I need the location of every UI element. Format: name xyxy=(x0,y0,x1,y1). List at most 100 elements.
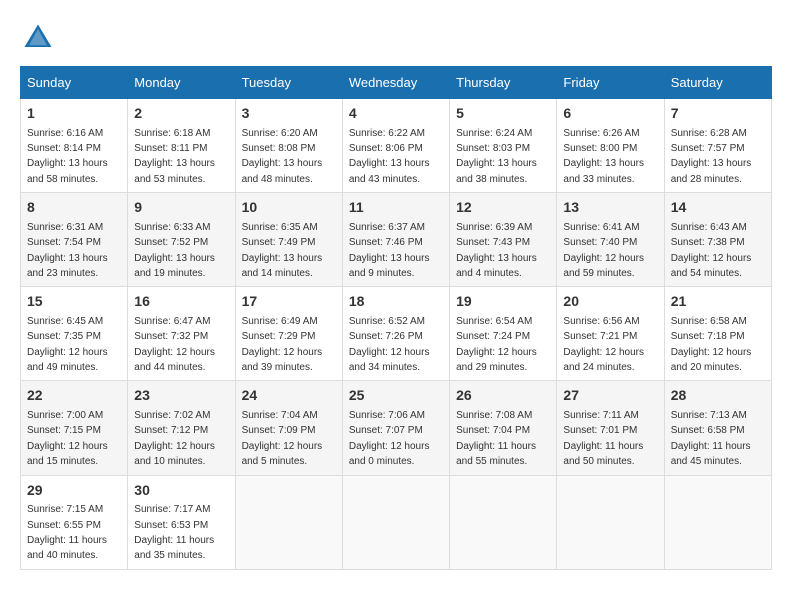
table-row: 19 Sunrise: 6:54 AMSunset: 7:24 PMDaylig… xyxy=(450,287,557,381)
day-number: 4 xyxy=(349,104,443,124)
day-number: 29 xyxy=(27,481,121,501)
table-row: 23 Sunrise: 7:02 AMSunset: 7:12 PMDaylig… xyxy=(128,381,235,475)
day-number: 28 xyxy=(671,386,765,406)
table-row xyxy=(342,475,449,569)
day-info: Sunrise: 6:58 AMSunset: 7:18 PMDaylight:… xyxy=(671,316,752,373)
day-info: Sunrise: 7:08 AMSunset: 7:04 PMDaylight:… xyxy=(456,410,536,467)
table-row: 10 Sunrise: 6:35 AMSunset: 7:49 PMDaylig… xyxy=(235,193,342,287)
day-number: 24 xyxy=(242,386,336,406)
table-row: 13 Sunrise: 6:41 AMSunset: 7:40 PMDaylig… xyxy=(557,193,664,287)
day-info: Sunrise: 6:26 AMSunset: 8:00 PMDaylight:… xyxy=(563,128,644,185)
day-info: Sunrise: 7:13 AMSunset: 6:58 PMDaylight:… xyxy=(671,410,751,467)
day-number: 21 xyxy=(671,292,765,312)
day-number: 9 xyxy=(134,198,228,218)
day-number: 19 xyxy=(456,292,550,312)
day-info: Sunrise: 7:15 AMSunset: 6:55 PMDaylight:… xyxy=(27,504,107,561)
day-number: 8 xyxy=(27,198,121,218)
day-info: Sunrise: 6:22 AMSunset: 8:06 PMDaylight:… xyxy=(349,128,430,185)
day-info: Sunrise: 6:41 AMSunset: 7:40 PMDaylight:… xyxy=(563,222,644,279)
day-number: 27 xyxy=(563,386,657,406)
day-number: 20 xyxy=(563,292,657,312)
day-number: 12 xyxy=(456,198,550,218)
table-row: 21 Sunrise: 6:58 AMSunset: 7:18 PMDaylig… xyxy=(664,287,771,381)
table-row: 27 Sunrise: 7:11 AMSunset: 7:01 PMDaylig… xyxy=(557,381,664,475)
day-info: Sunrise: 7:04 AMSunset: 7:09 PMDaylight:… xyxy=(242,410,323,467)
day-info: Sunrise: 6:56 AMSunset: 7:21 PMDaylight:… xyxy=(563,316,644,373)
day-number: 2 xyxy=(134,104,228,124)
table-row: 30 Sunrise: 7:17 AMSunset: 6:53 PMDaylig… xyxy=(128,475,235,569)
day-number: 1 xyxy=(27,104,121,124)
day-info: Sunrise: 6:47 AMSunset: 7:32 PMDaylight:… xyxy=(134,316,215,373)
table-row: 4 Sunrise: 6:22 AMSunset: 8:06 PMDayligh… xyxy=(342,99,449,193)
day-info: Sunrise: 6:20 AMSunset: 8:08 PMDaylight:… xyxy=(242,128,323,185)
table-row: 15 Sunrise: 6:45 AMSunset: 7:35 PMDaylig… xyxy=(21,287,128,381)
table-row: 5 Sunrise: 6:24 AMSunset: 8:03 PMDayligh… xyxy=(450,99,557,193)
header-sunday: Sunday xyxy=(21,67,128,99)
day-number: 16 xyxy=(134,292,228,312)
calendar-header-row: SundayMondayTuesdayWednesdayThursdayFrid… xyxy=(21,67,772,99)
day-info: Sunrise: 7:17 AMSunset: 6:53 PMDaylight:… xyxy=(134,504,214,561)
page-header xyxy=(20,20,772,56)
day-info: Sunrise: 6:43 AMSunset: 7:38 PMDaylight:… xyxy=(671,222,752,279)
table-row: 2 Sunrise: 6:18 AMSunset: 8:11 PMDayligh… xyxy=(128,99,235,193)
calendar-week-row: 15 Sunrise: 6:45 AMSunset: 7:35 PMDaylig… xyxy=(21,287,772,381)
day-number: 30 xyxy=(134,481,228,501)
day-info: Sunrise: 6:28 AMSunset: 7:57 PMDaylight:… xyxy=(671,128,752,185)
table-row xyxy=(557,475,664,569)
table-row: 18 Sunrise: 6:52 AMSunset: 7:26 PMDaylig… xyxy=(342,287,449,381)
day-info: Sunrise: 6:18 AMSunset: 8:11 PMDaylight:… xyxy=(134,128,215,185)
table-row: 7 Sunrise: 6:28 AMSunset: 7:57 PMDayligh… xyxy=(664,99,771,193)
calendar-week-row: 8 Sunrise: 6:31 AMSunset: 7:54 PMDayligh… xyxy=(21,193,772,287)
day-number: 14 xyxy=(671,198,765,218)
day-info: Sunrise: 6:37 AMSunset: 7:46 PMDaylight:… xyxy=(349,222,430,279)
day-info: Sunrise: 6:16 AMSunset: 8:14 PMDaylight:… xyxy=(27,128,108,185)
table-row: 16 Sunrise: 6:47 AMSunset: 7:32 PMDaylig… xyxy=(128,287,235,381)
logo-icon xyxy=(20,20,56,56)
table-row xyxy=(664,475,771,569)
day-info: Sunrise: 6:52 AMSunset: 7:26 PMDaylight:… xyxy=(349,316,430,373)
day-number: 10 xyxy=(242,198,336,218)
day-number: 11 xyxy=(349,198,443,218)
header-friday: Friday xyxy=(557,67,664,99)
day-number: 15 xyxy=(27,292,121,312)
table-row: 29 Sunrise: 7:15 AMSunset: 6:55 PMDaylig… xyxy=(21,475,128,569)
day-number: 22 xyxy=(27,386,121,406)
calendar-week-row: 22 Sunrise: 7:00 AMSunset: 7:15 PMDaylig… xyxy=(21,381,772,475)
table-row: 9 Sunrise: 6:33 AMSunset: 7:52 PMDayligh… xyxy=(128,193,235,287)
table-row: 20 Sunrise: 6:56 AMSunset: 7:21 PMDaylig… xyxy=(557,287,664,381)
day-info: Sunrise: 7:11 AMSunset: 7:01 PMDaylight:… xyxy=(563,410,643,467)
table-row xyxy=(450,475,557,569)
day-info: Sunrise: 7:02 AMSunset: 7:12 PMDaylight:… xyxy=(134,410,215,467)
day-number: 13 xyxy=(563,198,657,218)
header-thursday: Thursday xyxy=(450,67,557,99)
table-row: 12 Sunrise: 6:39 AMSunset: 7:43 PMDaylig… xyxy=(450,193,557,287)
day-number: 26 xyxy=(456,386,550,406)
table-row: 1 Sunrise: 6:16 AMSunset: 8:14 PMDayligh… xyxy=(21,99,128,193)
table-row: 3 Sunrise: 6:20 AMSunset: 8:08 PMDayligh… xyxy=(235,99,342,193)
day-number: 23 xyxy=(134,386,228,406)
day-info: Sunrise: 7:00 AMSunset: 7:15 PMDaylight:… xyxy=(27,410,108,467)
day-number: 5 xyxy=(456,104,550,124)
header-tuesday: Tuesday xyxy=(235,67,342,99)
table-row: 25 Sunrise: 7:06 AMSunset: 7:07 PMDaylig… xyxy=(342,381,449,475)
day-info: Sunrise: 6:54 AMSunset: 7:24 PMDaylight:… xyxy=(456,316,537,373)
day-number: 17 xyxy=(242,292,336,312)
table-row: 22 Sunrise: 7:00 AMSunset: 7:15 PMDaylig… xyxy=(21,381,128,475)
day-number: 3 xyxy=(242,104,336,124)
table-row: 17 Sunrise: 6:49 AMSunset: 7:29 PMDaylig… xyxy=(235,287,342,381)
calendar-table: SundayMondayTuesdayWednesdayThursdayFrid… xyxy=(20,66,772,570)
day-info: Sunrise: 6:33 AMSunset: 7:52 PMDaylight:… xyxy=(134,222,215,279)
day-number: 7 xyxy=(671,104,765,124)
day-info: Sunrise: 6:24 AMSunset: 8:03 PMDaylight:… xyxy=(456,128,537,185)
header-wednesday: Wednesday xyxy=(342,67,449,99)
day-info: Sunrise: 7:06 AMSunset: 7:07 PMDaylight:… xyxy=(349,410,430,467)
table-row: 14 Sunrise: 6:43 AMSunset: 7:38 PMDaylig… xyxy=(664,193,771,287)
table-row: 26 Sunrise: 7:08 AMSunset: 7:04 PMDaylig… xyxy=(450,381,557,475)
day-number: 25 xyxy=(349,386,443,406)
day-number: 18 xyxy=(349,292,443,312)
day-number: 6 xyxy=(563,104,657,124)
header-monday: Monday xyxy=(128,67,235,99)
calendar-week-row: 1 Sunrise: 6:16 AMSunset: 8:14 PMDayligh… xyxy=(21,99,772,193)
header-saturday: Saturday xyxy=(664,67,771,99)
day-info: Sunrise: 6:35 AMSunset: 7:49 PMDaylight:… xyxy=(242,222,323,279)
